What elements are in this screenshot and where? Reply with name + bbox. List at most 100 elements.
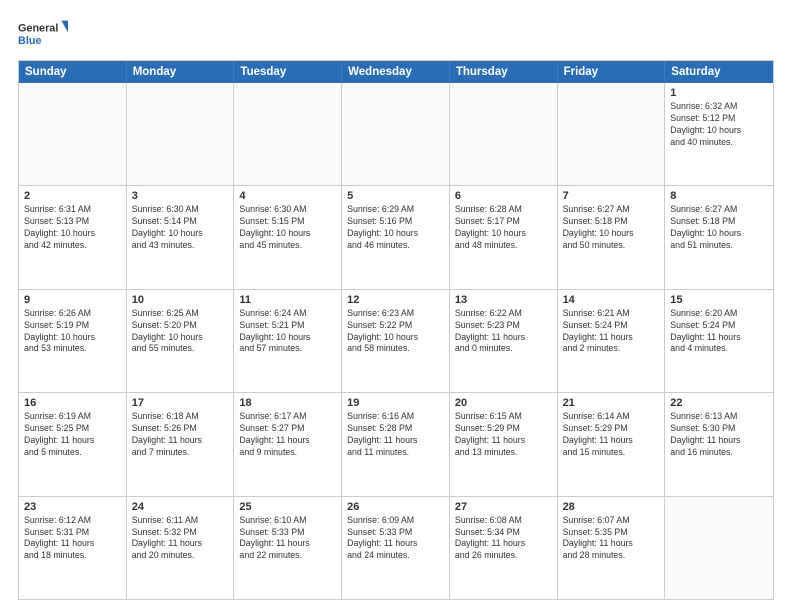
empty-cell-0-1 [127, 83, 235, 185]
day-cell-14: 14 Sunrise: 6:21 AM Sunset: 5:24 PM Dayli… [558, 290, 666, 392]
day-cell-7: 7 Sunrise: 6:27 AM Sunset: 5:18 PM Daylig… [558, 186, 666, 288]
day-cell-2: 2 Sunrise: 6:31 AM Sunset: 5:13 PM Daylig… [19, 186, 127, 288]
day-cell-16: 16 Sunrise: 6:19 AM Sunset: 5:25 PM Dayli… [19, 393, 127, 495]
day-number: 2 [24, 190, 121, 202]
day-number: 21 [563, 397, 660, 409]
page: General Blue SundayMondayTuesdayWednesda… [0, 0, 792, 612]
week-row-0: 1 Sunrise: 6:32 AM Sunset: 5:12 PM Daylig… [19, 83, 773, 186]
day-cell-6: 6 Sunrise: 6:28 AM Sunset: 5:17 PM Daylig… [450, 186, 558, 288]
empty-cell-0-0 [19, 83, 127, 185]
day-number: 11 [239, 294, 336, 306]
svg-text:Blue: Blue [18, 35, 41, 47]
day-cell-8: 8Sunrise: 6:27 AM Sunset: 5:18 PM Daylig… [665, 186, 773, 288]
day-info: Sunrise: 6:29 AM Sunset: 5:16 PM Dayligh… [347, 204, 444, 252]
day-number: 23 [24, 501, 121, 513]
header: General Blue [18, 16, 774, 52]
header-day-thursday: Thursday [450, 61, 558, 83]
day-cell-12: 12 Sunrise: 6:23 AM Sunset: 5:22 PM Dayli… [342, 290, 450, 392]
day-info: Sunrise: 6:07 AM Sunset: 5:35 PM Dayligh… [563, 515, 660, 563]
day-cell-4: 4 Sunrise: 6:30 AM Sunset: 5:15 PM Daylig… [234, 186, 342, 288]
calendar-header: SundayMondayTuesdayWednesdayThursdayFrid… [19, 61, 773, 83]
day-number: 4 [239, 190, 336, 202]
day-info: Sunrise: 6:21 AM Sunset: 5:24 PM Dayligh… [563, 308, 660, 356]
day-number: 12 [347, 294, 444, 306]
day-info: Sunrise: 6:30 AM Sunset: 5:15 PM Dayligh… [239, 204, 336, 252]
day-cell-21: 21 Sunrise: 6:14 AM Sunset: 5:29 PM Dayli… [558, 393, 666, 495]
day-info: Sunrise: 6:20 AM Sunset: 5:24 PM Dayligh… [670, 308, 768, 356]
header-day-saturday: Saturday [665, 61, 773, 83]
day-cell-28: 28Sunrise: 6:07 AM Sunset: 5:35 PM Dayli… [558, 497, 666, 599]
day-number: 8 [670, 190, 768, 202]
header-day-tuesday: Tuesday [234, 61, 342, 83]
day-info: Sunrise: 6:13 AM Sunset: 5:30 PM Dayligh… [670, 411, 768, 459]
empty-cell-0-3 [342, 83, 450, 185]
day-info: Sunrise: 6:17 AM Sunset: 5:27 PM Dayligh… [239, 411, 336, 459]
day-number: 13 [455, 294, 552, 306]
day-cell-11: 11 Sunrise: 6:24 AM Sunset: 5:21 PM Dayli… [234, 290, 342, 392]
day-info: Sunrise: 6:12 AM Sunset: 5:31 PM Dayligh… [24, 515, 121, 563]
day-info: Sunrise: 6:10 AM Sunset: 5:33 PM Dayligh… [239, 515, 336, 563]
day-number: 27 [455, 501, 552, 513]
day-info: Sunrise: 6:28 AM Sunset: 5:17 PM Dayligh… [455, 204, 552, 252]
empty-cell-4-6 [665, 497, 773, 599]
day-number: 19 [347, 397, 444, 409]
day-info: Sunrise: 6:11 AM Sunset: 5:32 PM Dayligh… [132, 515, 229, 563]
day-info: Sunrise: 6:27 AM Sunset: 5:18 PM Dayligh… [563, 204, 660, 252]
empty-cell-0-5 [558, 83, 666, 185]
day-cell-5: 5 Sunrise: 6:29 AM Sunset: 5:16 PM Daylig… [342, 186, 450, 288]
header-day-sunday: Sunday [19, 61, 127, 83]
header-day-wednesday: Wednesday [342, 61, 450, 83]
week-row-2: 9 Sunrise: 6:26 AM Sunset: 5:19 PM Daylig… [19, 290, 773, 393]
day-info: Sunrise: 6:31 AM Sunset: 5:13 PM Dayligh… [24, 204, 121, 252]
day-info: Sunrise: 6:09 AM Sunset: 5:33 PM Dayligh… [347, 515, 444, 563]
day-cell-25: 25 Sunrise: 6:10 AM Sunset: 5:33 PM Dayli… [234, 497, 342, 599]
day-cell-22: 22 Sunrise: 6:13 AM Sunset: 5:30 PM Dayli… [665, 393, 773, 495]
day-number: 25 [239, 501, 336, 513]
day-cell-23: 23 Sunrise: 6:12 AM Sunset: 5:31 PM Dayli… [19, 497, 127, 599]
day-number: 17 [132, 397, 229, 409]
svg-text:General: General [18, 23, 58, 35]
day-number: 10 [132, 294, 229, 306]
day-number: 15 [670, 294, 768, 306]
day-info: Sunrise: 6:16 AM Sunset: 5:28 PM Dayligh… [347, 411, 444, 459]
day-cell-10: 10Sunrise: 6:25 AM Sunset: 5:20 PM Dayli… [127, 290, 235, 392]
logo-svg: General Blue [18, 16, 68, 52]
day-cell-3: 3Sunrise: 6:30 AM Sunset: 5:14 PM Daylig… [127, 186, 235, 288]
day-info: Sunrise: 6:32 AM Sunset: 5:12 PM Dayligh… [670, 101, 768, 149]
day-number: 16 [24, 397, 121, 409]
day-cell-24: 24Sunrise: 6:11 AM Sunset: 5:32 PM Dayli… [127, 497, 235, 599]
day-info: Sunrise: 6:19 AM Sunset: 5:25 PM Dayligh… [24, 411, 121, 459]
logo: General Blue [18, 16, 68, 52]
day-cell-26: 26 Sunrise: 6:09 AM Sunset: 5:33 PM Dayli… [342, 497, 450, 599]
empty-cell-0-4 [450, 83, 558, 185]
day-number: 6 [455, 190, 552, 202]
day-number: 7 [563, 190, 660, 202]
day-info: Sunrise: 6:26 AM Sunset: 5:19 PM Dayligh… [24, 308, 121, 356]
header-day-friday: Friday [558, 61, 666, 83]
day-number: 9 [24, 294, 121, 306]
day-info: Sunrise: 6:18 AM Sunset: 5:26 PM Dayligh… [132, 411, 229, 459]
day-number: 26 [347, 501, 444, 513]
day-cell-1: 1 Sunrise: 6:32 AM Sunset: 5:12 PM Daylig… [665, 83, 773, 185]
day-info: Sunrise: 6:14 AM Sunset: 5:29 PM Dayligh… [563, 411, 660, 459]
week-row-3: 16 Sunrise: 6:19 AM Sunset: 5:25 PM Dayli… [19, 393, 773, 496]
week-row-4: 23 Sunrise: 6:12 AM Sunset: 5:31 PM Dayli… [19, 497, 773, 599]
day-number: 14 [563, 294, 660, 306]
day-info: Sunrise: 6:23 AM Sunset: 5:22 PM Dayligh… [347, 308, 444, 356]
day-number: 18 [239, 397, 336, 409]
day-number: 20 [455, 397, 552, 409]
day-cell-17: 17 Sunrise: 6:18 AM Sunset: 5:26 PM Dayli… [127, 393, 235, 495]
day-number: 5 [347, 190, 444, 202]
day-cell-27: 27 Sunrise: 6:08 AM Sunset: 5:34 PM Dayli… [450, 497, 558, 599]
day-info: Sunrise: 6:15 AM Sunset: 5:29 PM Dayligh… [455, 411, 552, 459]
day-cell-19: 19 Sunrise: 6:16 AM Sunset: 5:28 PM Dayli… [342, 393, 450, 495]
day-cell-18: 18 Sunrise: 6:17 AM Sunset: 5:27 PM Dayli… [234, 393, 342, 495]
day-number: 22 [670, 397, 768, 409]
day-info: Sunrise: 6:08 AM Sunset: 5:34 PM Dayligh… [455, 515, 552, 563]
day-cell-13: 13Sunrise: 6:22 AM Sunset: 5:23 PM Dayli… [450, 290, 558, 392]
empty-cell-0-2 [234, 83, 342, 185]
day-cell-15: 15 Sunrise: 6:20 AM Sunset: 5:24 PM Dayli… [665, 290, 773, 392]
day-cell-9: 9 Sunrise: 6:26 AM Sunset: 5:19 PM Daylig… [19, 290, 127, 392]
day-info: Sunrise: 6:24 AM Sunset: 5:21 PM Dayligh… [239, 308, 336, 356]
day-number: 1 [670, 87, 768, 99]
